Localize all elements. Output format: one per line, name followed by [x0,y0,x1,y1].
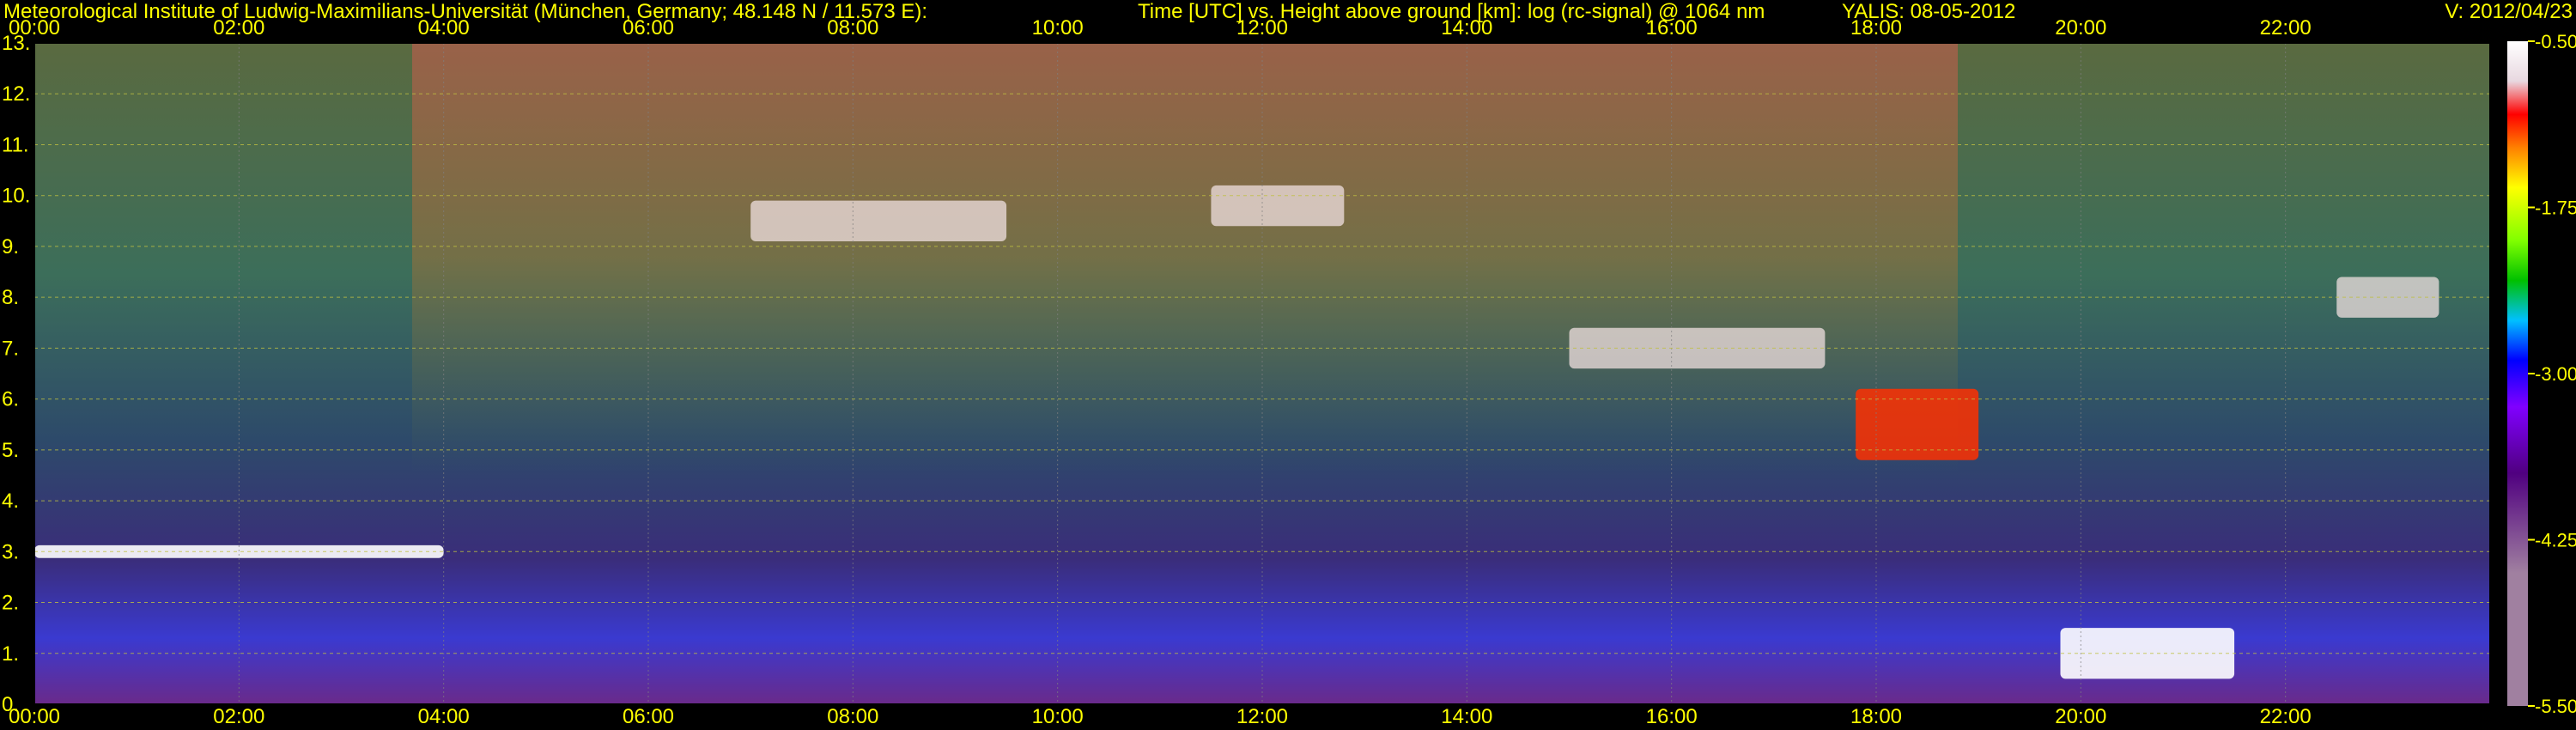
y-tick-8: 8. [2,286,19,309]
feature-cirrus-1 [750,200,1007,241]
feature-boundary-layer-top-0 [34,544,444,558]
colorbar-tick-1: -1.75 [2535,198,2576,219]
y-tick-1: 1. [2,642,19,666]
x-tick-top-11: 22:00 [2260,16,2312,40]
x-tick-bottom-4: 08:00 [827,705,878,728]
colorbar-tick-3: -4.25 [2535,530,2576,551]
header-institute: Meteorological Institute of Ludwig-Maxim… [3,0,928,23]
x-tick-bottom-2: 04:00 [418,705,470,728]
colorbar-tick-4: -5.50 [2535,696,2576,717]
y-tick-13: 13. [2,32,30,55]
x-tick-bottom-6: 12:00 [1236,705,1288,728]
x-tick-bottom-10: 20:00 [2055,705,2106,728]
y-tick-11: 11. [2,133,29,156]
lidar-chart: 00:0000:0002:0002:0004:0004:0006:0006:00… [2,16,2576,728]
header-version: V: 2012/04/23 [2445,0,2573,23]
header-title: Time [UTC] vs. Height above ground [km]:… [1138,0,1765,23]
feature-cloud-4 [1856,388,1979,460]
x-tick-top-10: 20:00 [2055,16,2106,40]
y-tick-labels: 0. 1. 2. 3. 4. 5. 6. 7. 8. 9. 10. 11. 12. 13. [2,32,30,716]
y-tick-10: 10. [2,185,30,208]
feature-cirrus-2 [1211,185,1345,227]
y-tick-9: 9. [2,235,19,259]
x-tick-bottom-8: 16:00 [1646,705,1698,728]
colorbar-tick-0: -0.50 [2535,31,2576,52]
y-tick-5: 5. [2,439,19,462]
y-tick-3: 3. [2,540,19,563]
y-tick-12: 12. [2,82,30,106]
x-tick-bottom-7: 14:00 [1441,705,1492,728]
x-tick-top-5: 10:00 [1032,16,1084,40]
colorbar-tick-labels: -0.50 -1.75 -3.00 -4.25 -5.50 [2528,31,2576,717]
x-tick-bottom-1: 02:00 [213,705,264,728]
x-tick-bottom-9: 18:00 [1850,705,1902,728]
x-tick-bottom-3: 06:00 [623,705,674,728]
y-tick-4: 4. [2,490,19,513]
x-tick-bottom-5: 10:00 [1032,705,1084,728]
warm-noise-overlay [412,43,1958,472]
y-tick-2: 2. [2,592,19,615]
colorbar [2507,41,2528,706]
y-tick-6: 6. [2,388,19,411]
header-instrument-date: YALIS: 08-05-2012 [1842,0,2016,23]
x-tick-bottom-11: 22:00 [2260,705,2312,728]
y-tick-0: 0. [2,693,19,716]
y-tick-7: 7. [2,337,19,360]
colorbar-tick-2: -3.00 [2535,363,2576,385]
